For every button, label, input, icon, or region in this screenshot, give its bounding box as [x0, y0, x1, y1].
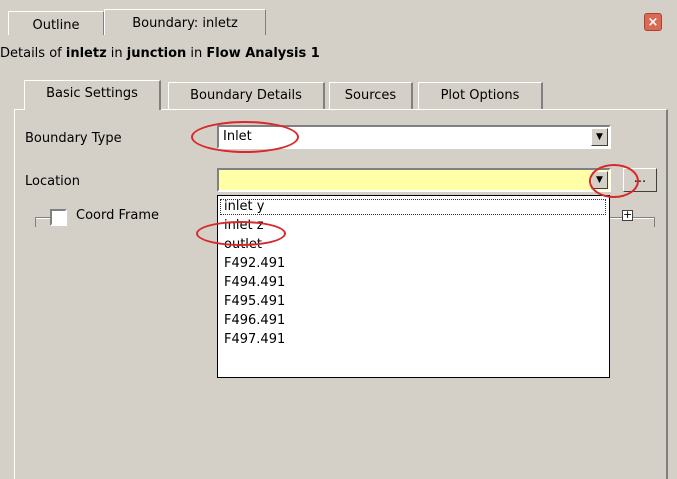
focus-outline	[220, 199, 606, 215]
location-dropdown-list: inlet y inlet z outlet F492.491 F494.491…	[217, 195, 610, 378]
group-border	[654, 217, 655, 227]
list-item[interactable]: F494.491	[224, 275, 285, 291]
tab-sources-label: Sources	[344, 88, 397, 103]
annotation-circle	[589, 164, 639, 198]
tab-outline[interactable]: Outline	[8, 11, 104, 35]
close-button[interactable]: ×	[644, 13, 662, 31]
tab-sources[interactable]: Sources	[329, 82, 413, 109]
annotation-circle	[196, 221, 286, 246]
tab-boundary-details[interactable]: Boundary Details	[168, 82, 325, 109]
location-select[interactable]: ▼	[217, 168, 611, 192]
tab-boundary[interactable]: Boundary: inletz	[104, 9, 266, 35]
location-label: Location	[25, 174, 80, 189]
details-mid2: in	[186, 46, 207, 61]
chevron-down-icon: ▼	[596, 132, 603, 142]
list-item[interactable]: F497.491	[224, 332, 285, 348]
expand-symbol: +	[623, 208, 633, 221]
tab-basic-settings-label: Basic Settings	[46, 86, 138, 101]
details-panel: Outline Boundary: inletz × Details of in…	[0, 0, 677, 479]
tab-outline-label: Outline	[32, 18, 80, 33]
tab-plot-options-label: Plot Options	[440, 88, 520, 103]
list-item[interactable]: F492.491	[224, 256, 285, 272]
details-mid1: in	[106, 46, 127, 61]
group-border	[35, 217, 36, 227]
list-item[interactable]: F496.491	[224, 313, 285, 329]
details-parent: junction	[126, 46, 187, 61]
tab-plot-options[interactable]: Plot Options	[418, 82, 543, 109]
list-item[interactable]: F495.491	[224, 294, 285, 310]
details-header: Details of inletz in junction in Flow An…	[0, 46, 320, 61]
tab-basic-settings[interactable]: Basic Settings	[24, 80, 161, 110]
details-analysis: Flow Analysis 1	[206, 46, 320, 61]
expand-icon[interactable]: +	[622, 208, 633, 221]
tab-boundary-details-label: Boundary Details	[190, 88, 302, 103]
group-border	[35, 217, 50, 219]
coord-frame-checkbox[interactable]	[50, 209, 67, 226]
annotation-circle	[191, 121, 299, 153]
details-object: inletz	[65, 46, 107, 61]
boundary-type-label: Boundary Type	[25, 131, 122, 146]
list-item[interactable]: inlet y	[224, 199, 264, 215]
tab-boundary-label: Boundary: inletz	[132, 16, 238, 31]
details-prefix: Details of	[0, 46, 66, 61]
boundary-type-dropdown-button[interactable]: ▼	[591, 128, 608, 146]
coord-frame-label: Coord Frame	[76, 208, 159, 223]
close-icon: ×	[647, 15, 659, 30]
